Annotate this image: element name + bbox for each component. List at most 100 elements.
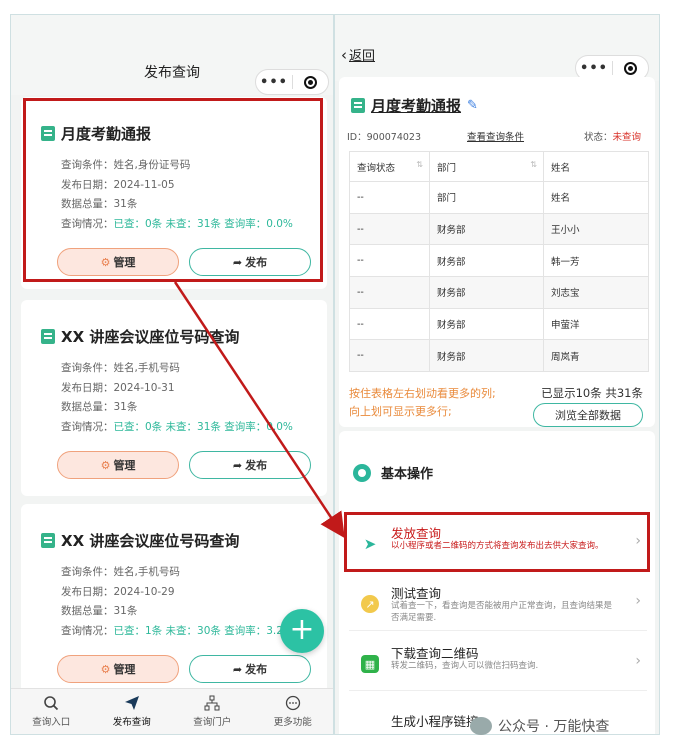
right-phone-screen: ‹ 返回 ••• 月度考勤通报 ✎ ID：900074023 查看查询条件 状态：…	[334, 14, 660, 735]
tab-more-features[interactable]: 更多功能	[253, 689, 334, 734]
tab-label: 更多功能	[273, 717, 312, 728]
op-desc: 转发二维码，查询人可以微信扫码查询.	[391, 661, 539, 671]
card-condition: 查询条件：姓名,手机号码	[61, 362, 180, 374]
table-cell: --	[349, 181, 430, 214]
add-query-fab[interactable]: +	[280, 609, 324, 653]
op-download-qrcode[interactable]: ▦ 下载查询二维码 转发二维码，查询人可以微信扫码查询. ›	[349, 635, 647, 691]
card-date: 发布日期：2024-10-29	[61, 585, 175, 598]
query-state: 状态：未查询	[584, 129, 641, 143]
table-cell: --	[349, 307, 430, 341]
card-actions: ⚙ 管理 ➦ 发布	[35, 655, 313, 683]
more-dots-button[interactable]: •••	[576, 61, 612, 76]
manage-label: 管理	[113, 256, 136, 269]
table-cell: 王小小	[543, 212, 649, 246]
table-cell: 财务部	[429, 212, 544, 246]
more-dots-button[interactable]: •••	[256, 75, 292, 90]
tab-publish-query[interactable]: 发布查询	[92, 689, 173, 734]
table-row: -- 财务部 周岚青	[349, 339, 649, 373]
card-title-text: 月度考勤通报	[61, 125, 152, 143]
column-header[interactable]: 姓名	[543, 151, 649, 182]
column-header-text: 查询状态	[357, 162, 396, 174]
manage-label: 管理	[113, 663, 136, 676]
column-header-text: 姓名	[551, 162, 571, 174]
publish-button[interactable]: ➦ 发布	[189, 655, 311, 683]
table-row: -- 财务部 韩一芳	[349, 244, 649, 278]
table-cell: 财务部	[429, 276, 544, 309]
card-total: 数据总量：31条	[61, 401, 138, 413]
detail-title-text: 月度考勤通报	[371, 97, 462, 115]
manage-button[interactable]: ⚙ 管理	[57, 248, 179, 276]
sort-icon: ⇅	[416, 159, 423, 169]
gear-icon: ⚙	[100, 662, 111, 676]
row-count: 已显示10条 共31条	[541, 386, 643, 400]
card-title: XX 讲座会议座位号码查询	[41, 530, 313, 551]
table-cell: --	[349, 212, 430, 246]
publish-label: 发布	[245, 663, 268, 676]
query-detail-card: 月度考勤通报 ✎ ID：900074023 查看查询条件 状态：未查询 查询状态…	[339, 77, 655, 427]
op-test-query[interactable]: ↗ 测试查询 试着查一下，看查询是否能被用户正常查询，且查询结果是否满足需要. …	[349, 575, 647, 631]
card-date: 发布日期：2024-10-31	[61, 381, 175, 394]
op-distribute-query[interactable]: ➤ 发放查询 以小程序或者二维码的方式将查询发布出去供大家查询。 ›	[349, 515, 647, 571]
basic-operations-card: 基本操作 ➤ 发放查询 以小程序或者二维码的方式将查询发布出去供大家查询。 › …	[339, 431, 655, 734]
tab-query-entry[interactable]: 查询入口	[11, 689, 92, 734]
search-icon	[44, 696, 59, 711]
op-desc: 试着查一下，看查询是否能被用户正常查询，且查询结果是否满足需要.	[391, 601, 613, 623]
left-phone-screen: 发布查询 ••• 月度考勤通报 查询条件：姓名,身份证号码 发布日期：2024-…	[10, 14, 334, 735]
status-label: 查询情况：	[61, 217, 114, 230]
table-cell: --	[349, 244, 430, 278]
table-row: -- 部门 姓名	[349, 181, 649, 214]
table-row: -- 财务部 王小小	[349, 212, 649, 246]
status-value: 已查：0条 未查：31条 查询率：0.0%	[113, 420, 293, 433]
card-info: 查询条件：姓名,身份证号码 发布日期：2024-11-05 数据总量：31条 查…	[61, 156, 313, 234]
status-value: 已查：1条 未查：30条 查询率：3.2%	[113, 624, 293, 637]
scroll-hint-vertical: 向上划可显示更多行;	[349, 405, 452, 418]
column-header[interactable]: 查询状态 ⇅	[349, 151, 430, 182]
table-cell: 财务部	[429, 339, 544, 373]
edit-pencil-icon[interactable]: ✎	[467, 98, 478, 113]
target-icon	[304, 75, 317, 89]
query-id: ID：900074023	[347, 132, 422, 143]
data-table[interactable]: 查询状态 ⇅ 部门 ⇅ 姓名 -- 部门 姓名 -- 财务部 王小小 -- 财务部 韩一芳 --…	[349, 151, 649, 373]
query-card-2[interactable]: XX 讲座会议座位号码查询 查询条件：姓名,手机号码 发布日期：2024-10-…	[21, 300, 327, 496]
op-desc: 以小程序或者二维码的方式将查询发布出去供大家查询。	[391, 541, 604, 551]
publish-label: 发布	[245, 256, 268, 269]
card-condition: 查询条件：姓名,身份证号码	[61, 159, 191, 171]
table-cell: 刘志宝	[543, 276, 649, 309]
table-cell: --	[349, 276, 430, 309]
query-card-1[interactable]: 月度考勤通报 查询条件：姓名,身份证号码 发布日期：2024-11-05 数据总…	[21, 97, 327, 289]
publish-button[interactable]: ➦ 发布	[189, 248, 311, 276]
chevron-right-icon: ›	[635, 653, 641, 669]
publish-button[interactable]: ➦ 发布	[189, 451, 311, 479]
card-status: 查询情况：已查：0条 未查：31条 查询率：0.0%	[61, 215, 313, 235]
table-cell: 韩一芳	[543, 244, 649, 278]
tab-query-portal[interactable]: 查询门户	[172, 689, 253, 734]
column-header[interactable]: 部门 ⇅	[429, 151, 544, 182]
detail-title: 月度考勤通报 ✎	[351, 95, 478, 116]
card-info: 查询条件：姓名,手机号码 发布日期：2024-10-29 数据总量：31条 查询…	[61, 563, 313, 641]
browse-all-button[interactable]: 浏览全部数据	[533, 403, 643, 427]
manage-button[interactable]: ⚙ 管理	[57, 655, 179, 683]
sort-icon: ⇅	[530, 159, 537, 169]
qrcode-icon: ▦	[361, 655, 379, 673]
more-icon	[285, 695, 300, 711]
table-row: -- 财务部 刘志宝	[349, 276, 649, 309]
query-card-3[interactable]: XX 讲座会议座位号码查询 查询条件：姓名,手机号码 发布日期：2024-10-…	[21, 504, 327, 694]
table-cell: 周岚青	[543, 339, 649, 373]
manage-button[interactable]: ⚙ 管理	[57, 451, 179, 479]
paper-plane-icon: ➤	[363, 535, 377, 553]
table-cell: --	[349, 339, 430, 373]
card-title-text: XX 讲座会议座位号码查询	[61, 532, 240, 550]
table-header-row: 查询状态 ⇅ 部门 ⇅ 姓名	[349, 151, 649, 182]
section-title: 基本操作	[353, 463, 433, 482]
table-row: -- 财务部 申萤洋	[349, 307, 649, 341]
close-target-button[interactable]	[293, 75, 328, 89]
view-condition-link[interactable]: 查看查询条件	[467, 129, 524, 143]
table-cell: 部门	[429, 181, 544, 214]
close-target-button[interactable]	[613, 61, 648, 75]
back-button[interactable]: ‹ 返回	[341, 45, 376, 65]
mini-program-capsule: •••	[255, 69, 329, 95]
card-total: 数据总量：31条	[61, 198, 138, 210]
back-label: 返回	[349, 49, 376, 64]
card-title: 月度考勤通报	[41, 123, 313, 144]
table-cell: 姓名	[543, 181, 649, 214]
